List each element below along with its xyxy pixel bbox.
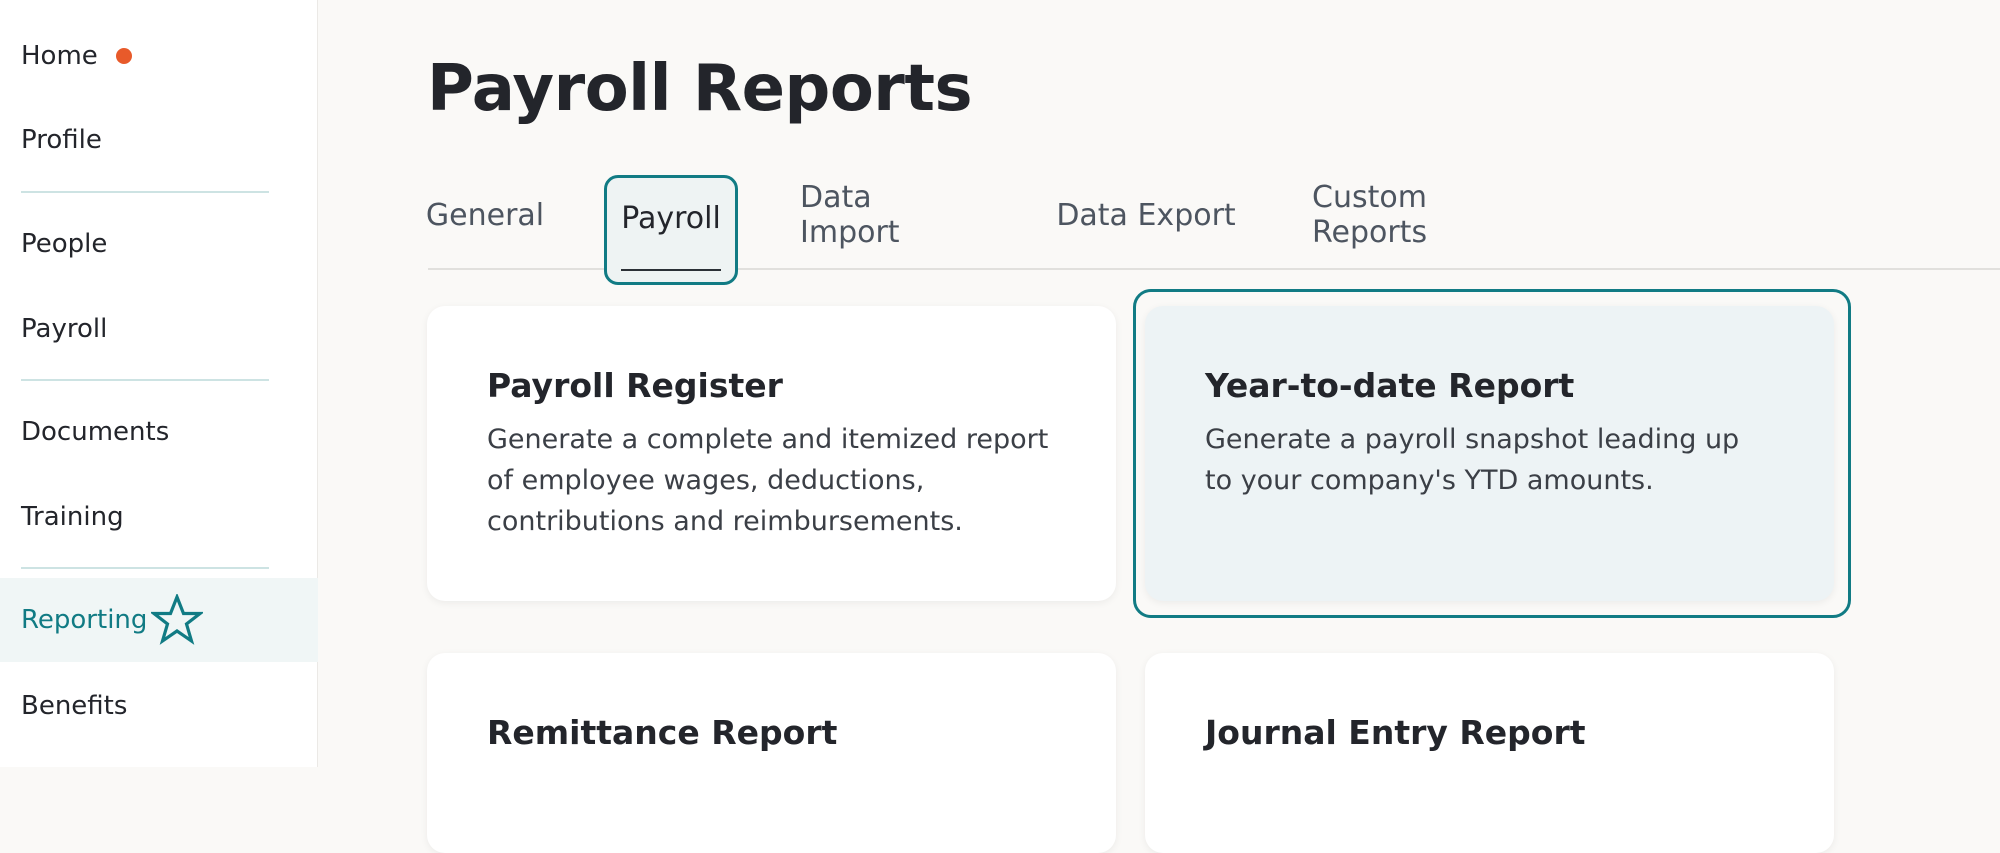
sidebar-item-benefits[interactable]: Benefits bbox=[0, 664, 318, 748]
sidebar-item-label: Benefits bbox=[21, 691, 128, 721]
sidebar-divider bbox=[21, 191, 269, 193]
tab-custom-reports[interactable]: Custom Reports bbox=[1312, 174, 1548, 256]
sidebar-item-documents[interactable]: Documents bbox=[0, 390, 318, 474]
sidebar-item-training[interactable]: Training bbox=[0, 475, 318, 559]
tab-label: General bbox=[425, 197, 545, 233]
tab-label: Payroll bbox=[621, 201, 721, 236]
sidebar-item-home[interactable]: Home bbox=[0, 14, 318, 98]
sidebar-item-label: Profile bbox=[21, 125, 102, 155]
tab-general[interactable]: General bbox=[425, 174, 545, 256]
tab-data-export[interactable]: Data Export bbox=[1056, 174, 1236, 256]
card-description: Generate a complete and itemized report … bbox=[487, 424, 1049, 537]
sidebar-item-people[interactable]: People bbox=[0, 202, 318, 286]
card-title: Payroll Register bbox=[487, 366, 783, 405]
sidebar-item-label: Documents bbox=[21, 417, 170, 447]
sidebar-item-label: People bbox=[21, 229, 108, 259]
report-card-year-to-date[interactable]: Year-to-date Report Generate a payroll s… bbox=[1145, 306, 1834, 601]
sidebar-item-profile[interactable]: Profile bbox=[0, 98, 318, 182]
sidebar-item-payroll[interactable]: Payroll bbox=[0, 287, 318, 371]
sidebar-divider bbox=[21, 379, 269, 381]
sidebar-item-label: Payroll bbox=[21, 314, 108, 344]
sidebar-item-label: Reporting bbox=[21, 605, 148, 635]
report-card-payroll-register[interactable]: Payroll Register Generate a complete and… bbox=[427, 306, 1116, 601]
tab-data-import[interactable]: Data Import bbox=[800, 174, 980, 256]
page-title: Payroll Reports bbox=[427, 52, 973, 126]
tab-label: Data Import bbox=[800, 180, 900, 250]
sidebar-item-label: Training bbox=[21, 502, 124, 532]
card-title: Journal Entry Report bbox=[1205, 713, 1586, 752]
sidebar-divider bbox=[21, 567, 269, 569]
star-icon bbox=[151, 594, 204, 646]
notification-dot bbox=[115, 48, 132, 64]
card-title: Remittance Report bbox=[487, 713, 838, 752]
sidebar-item-reporting[interactable]: Reporting bbox=[0, 578, 318, 662]
report-tabs: General Payroll Data Import Data Export … bbox=[425, 174, 2000, 285]
report-card-remittance[interactable]: Remittance Report bbox=[427, 653, 1116, 853]
tab-label: Data Export bbox=[1056, 197, 1236, 233]
active-tab-underline bbox=[621, 269, 721, 271]
sidebar-item-label: Home bbox=[21, 41, 98, 71]
tab-payroll[interactable]: Payroll bbox=[604, 175, 738, 285]
card-title: Year-to-date Report bbox=[1205, 366, 1575, 405]
card-description: Generate a payroll snapshot leading up t… bbox=[1205, 424, 1740, 496]
sidebar: Home Profile People Payroll Documents Tr… bbox=[0, 0, 318, 767]
tab-label: Custom Reports bbox=[1312, 180, 1428, 250]
report-card-journal-entry[interactable]: Journal Entry Report bbox=[1145, 653, 1834, 853]
